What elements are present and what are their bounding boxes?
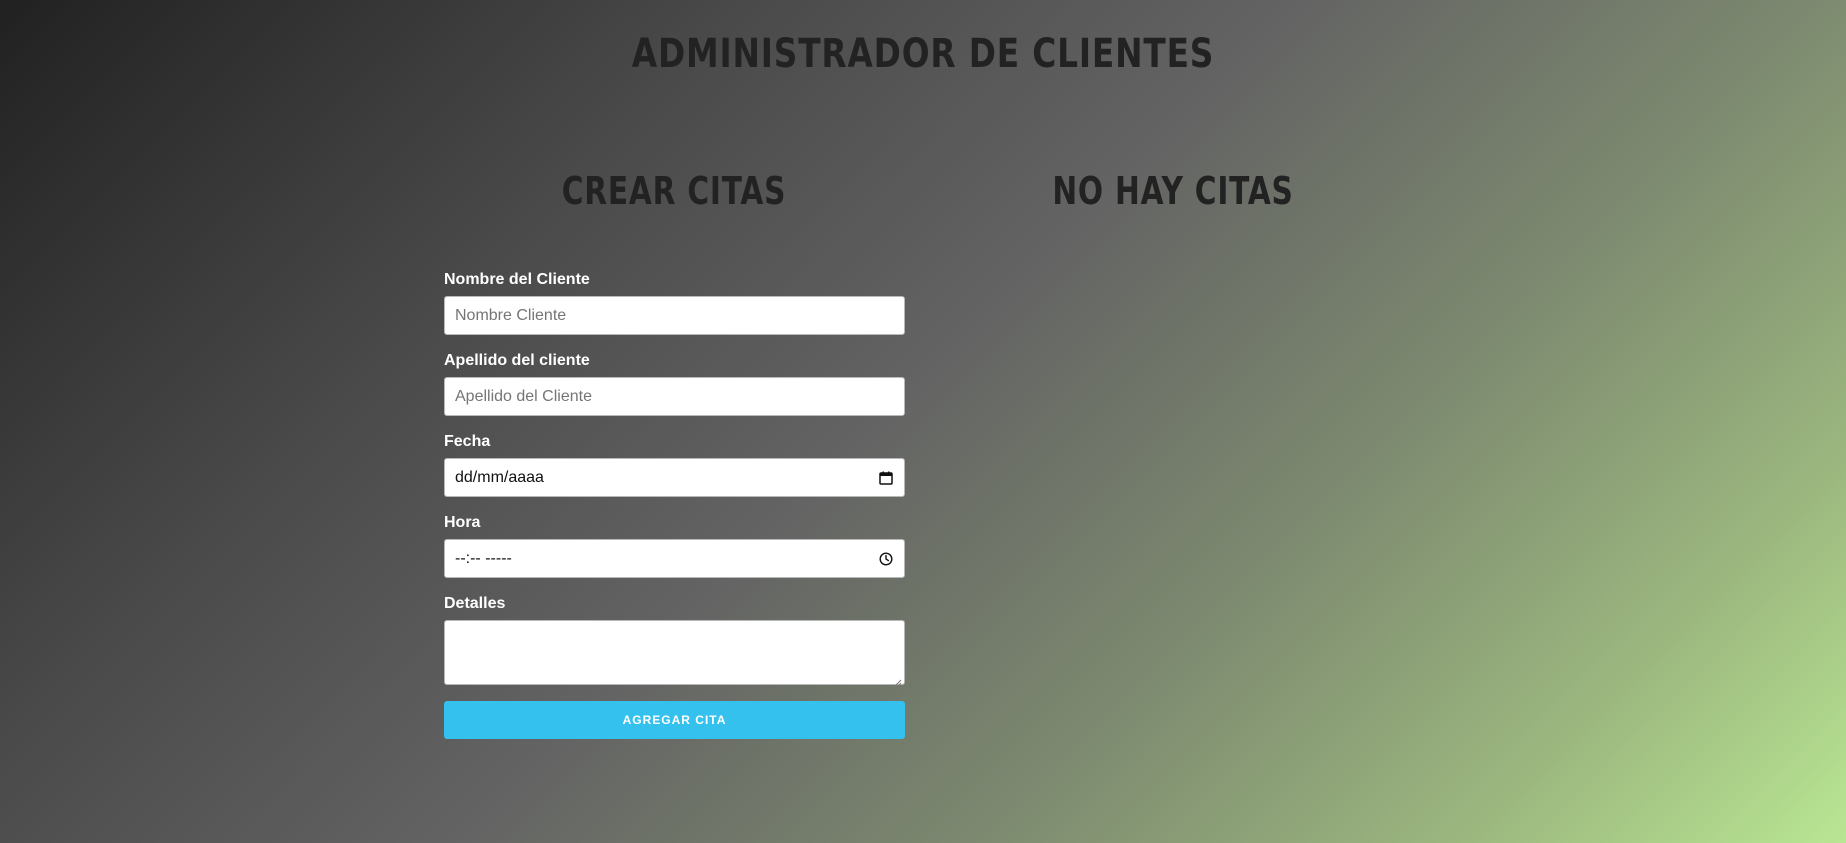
details-label: Detalles (444, 595, 506, 612)
page-title: Administrador de Clientes (631, 31, 1215, 77)
client-name-label: Nombre del Cliente (444, 271, 590, 288)
form-section-title: Crear Citas (561, 169, 787, 213)
details-textarea[interactable] (444, 620, 905, 687)
time-input[interactable]: --:-- ----- (444, 539, 905, 578)
resize-handle-icon[interactable] (894, 674, 902, 687)
calendar-icon[interactable] (878, 470, 894, 486)
field-time: Hora --:-- ----- (444, 513, 905, 578)
client-name-input[interactable]: Nombre Cliente (444, 296, 905, 335)
clock-icon[interactable] (878, 551, 894, 567)
time-value: --:-- ----- (455, 549, 512, 567)
field-client-name: Nombre del Cliente Nombre Cliente (444, 270, 905, 335)
client-surname-input[interactable]: Apellido del Cliente (444, 377, 905, 416)
appointments-list-title: No hay citas (1052, 169, 1294, 213)
client-name-placeholder: Nombre Cliente (455, 306, 567, 324)
client-surname-placeholder: Apellido del Cliente (455, 387, 592, 405)
field-client-surname: Apellido del cliente Apellido del Client… (444, 351, 905, 416)
date-input[interactable]: dd/mm/aaaa (444, 458, 905, 497)
appointment-form: Nombre del Cliente Nombre Cliente Apelli… (444, 270, 905, 739)
field-details: Detalles (444, 594, 905, 687)
field-date: Fecha dd/mm/aaaa (444, 432, 905, 497)
date-value: dd/mm/aaaa (455, 468, 544, 486)
add-appointment-button[interactable]: Agregar Cita (444, 701, 905, 739)
date-label: Fecha (444, 433, 491, 450)
time-label: Hora (444, 514, 481, 531)
client-surname-label: Apellido del cliente (444, 352, 590, 369)
